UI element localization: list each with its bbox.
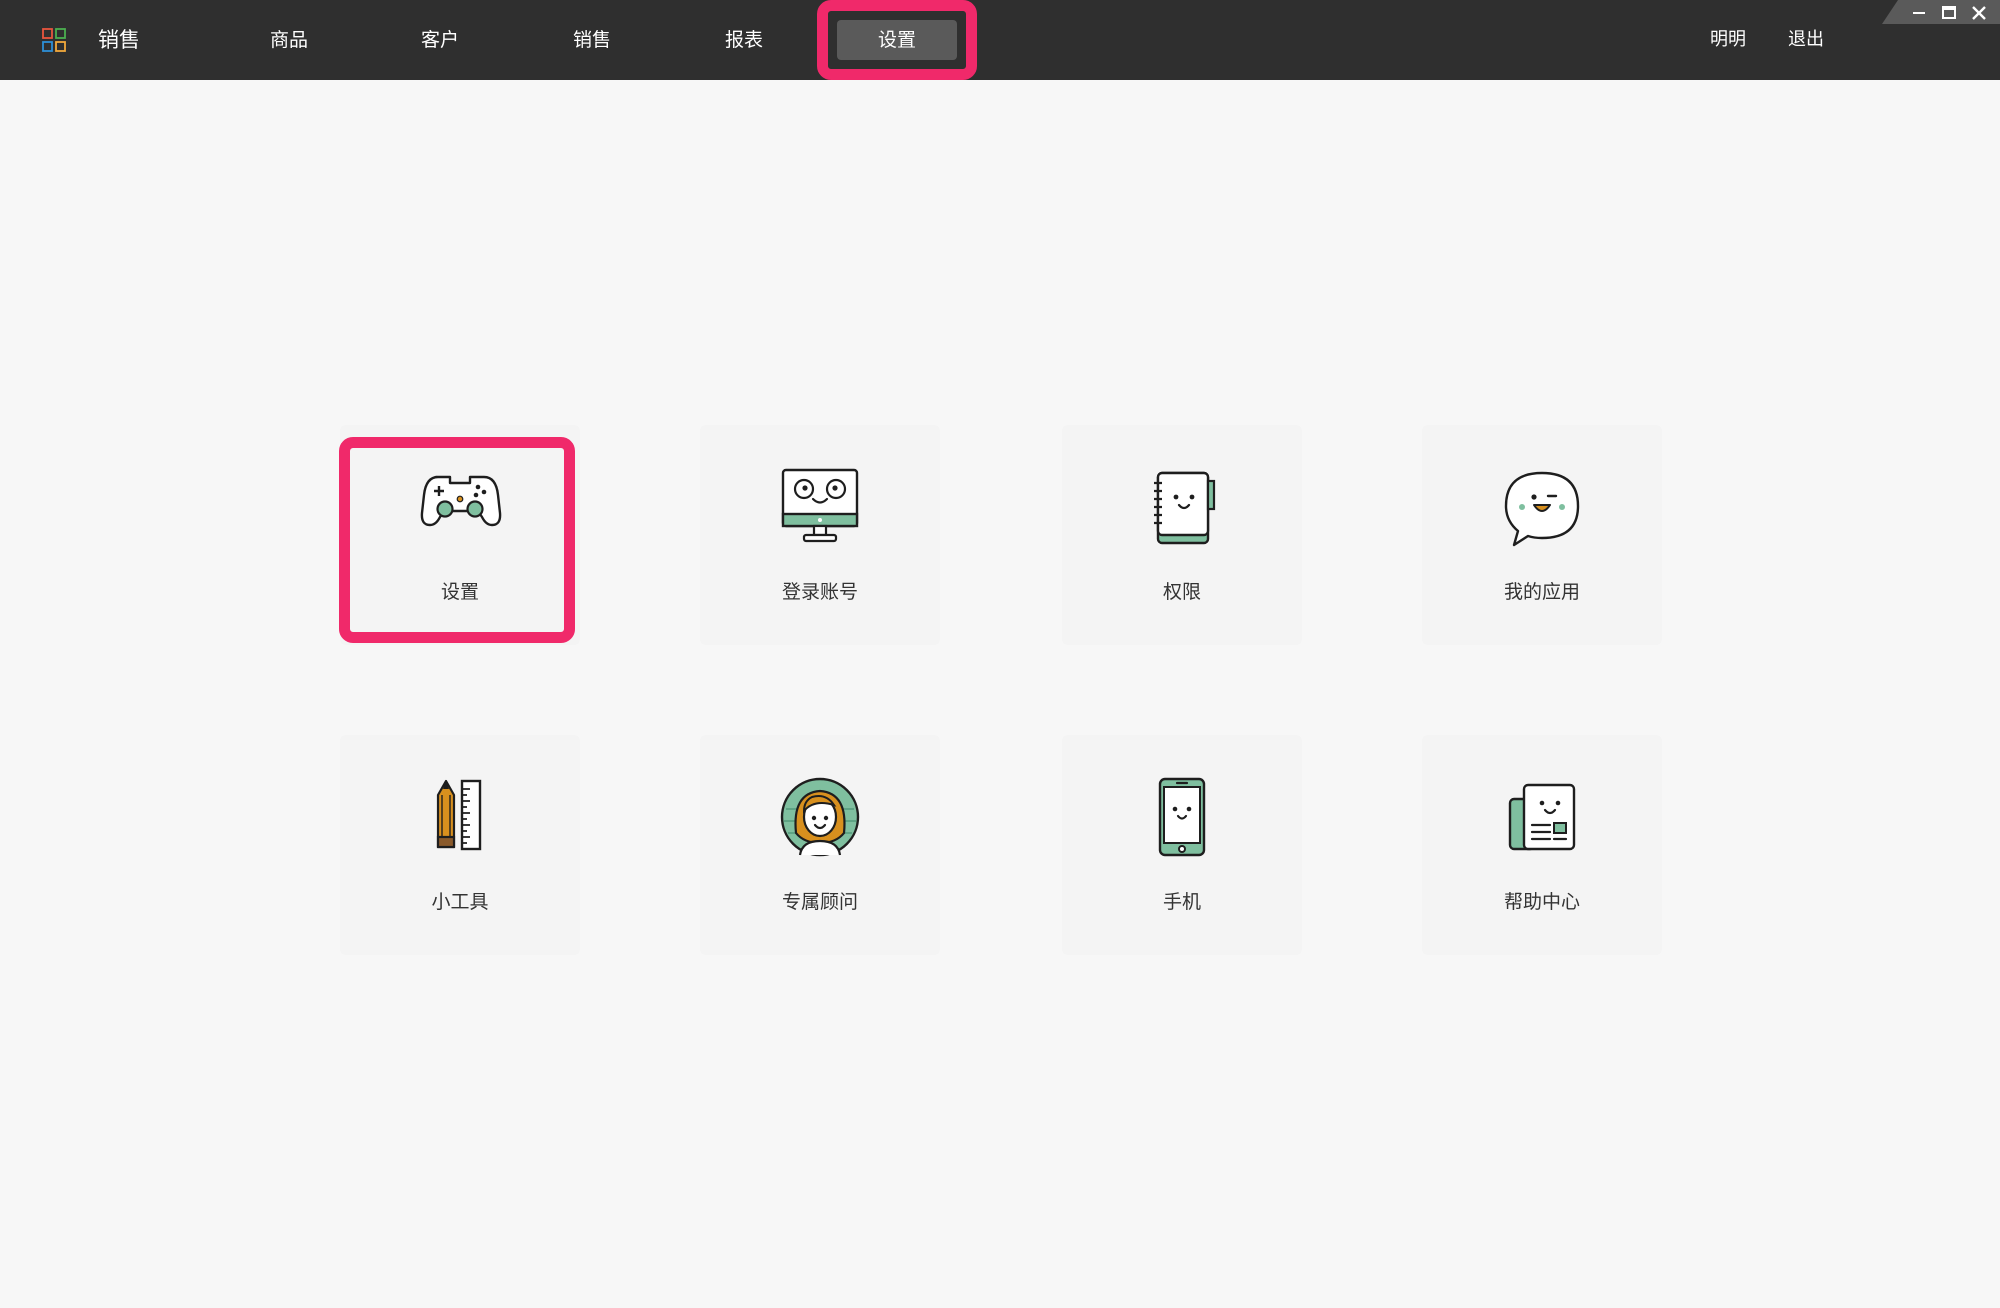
tile-label: 登录账号 <box>781 581 858 603</box>
tile-login-account[interactable]: 登录账号 <box>700 425 940 645</box>
gamepad-icon <box>420 475 502 527</box>
settings-content-area: 设置 登录账号 权限 我的应用 小工具 专属顾问 手机 帮助中心 <box>0 80 2000 1308</box>
tile-label: 专属顾问 <box>781 891 858 913</box>
pencil-ruler-icon <box>436 779 482 851</box>
tile-my-apps[interactable]: 我的应用 <box>1422 425 1662 645</box>
smartphone-icon <box>1158 777 1206 857</box>
advisor-avatar-icon <box>780 777 860 857</box>
monitor-icon <box>781 468 859 543</box>
tile-settings[interactable]: 设置 <box>340 425 580 645</box>
user-name-link[interactable]: 明明 <box>1710 20 1746 60</box>
nav-item-reports[interactable]: 报表 <box>694 20 794 60</box>
notebook-icon <box>1154 471 1216 545</box>
app-title: 销售 <box>98 28 140 52</box>
maximize-icon[interactable] <box>1938 2 1960 24</box>
close-icon[interactable] <box>1968 2 1990 24</box>
tile-label: 设置 <box>440 581 479 603</box>
minimize-icon[interactable] <box>1908 2 1930 24</box>
nav-item-sales[interactable]: 销售 <box>542 20 642 60</box>
tile-label: 帮助中心 <box>1503 891 1580 913</box>
tile-permissions[interactable]: 权限 <box>1062 425 1302 645</box>
grid-apps-icon[interactable] <box>42 28 66 52</box>
tile-advisor[interactable]: 专属顾问 <box>700 735 940 955</box>
newspaper-icon <box>1508 783 1576 851</box>
tile-mobile[interactable]: 手机 <box>1062 735 1302 955</box>
chat-bubble-icon <box>1504 471 1580 547</box>
nav-item-products[interactable]: 商品 <box>239 20 339 60</box>
tile-tools[interactable]: 小工具 <box>340 735 580 955</box>
nav-item-customers[interactable]: 客户 <box>390 20 490 60</box>
logout-button[interactable]: 退出 <box>1788 20 1824 60</box>
tile-label: 权限 <box>1162 581 1201 603</box>
tile-label: 我的应用 <box>1503 581 1580 603</box>
tile-label: 手机 <box>1162 891 1201 913</box>
tile-label: 小工具 <box>431 891 489 913</box>
tile-help-center[interactable]: 帮助中心 <box>1422 735 1662 955</box>
top-navigation-bar: 销售 商品 客户 销售 报表 设置 明明 退出 <box>0 0 2000 80</box>
nav-item-settings[interactable]: 设置 <box>837 20 957 60</box>
